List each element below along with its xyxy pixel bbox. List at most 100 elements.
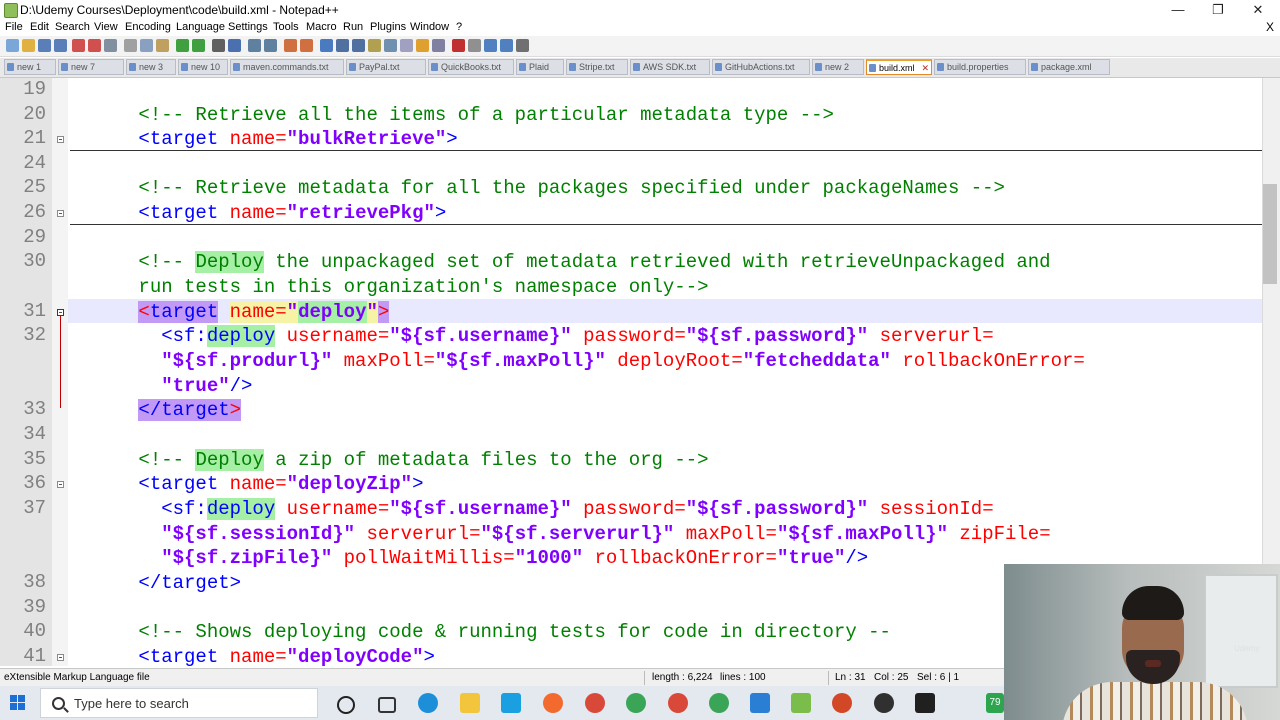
- paste-icon[interactable]: [156, 39, 169, 52]
- menu-settings[interactable]: Settings: [228, 21, 268, 33]
- tab-new-7[interactable]: new 7: [58, 59, 124, 75]
- attr-name: deployRoot=: [605, 350, 743, 372]
- fold-marker-icon[interactable]: [57, 654, 64, 661]
- presenter-shirt: [1062, 682, 1248, 720]
- tab-plaid[interactable]: Plaid: [516, 59, 564, 75]
- undo-icon[interactable]: [176, 39, 189, 52]
- menu-plugins[interactable]: Plugins: [370, 21, 406, 33]
- fold-marker-icon[interactable]: [57, 136, 64, 143]
- indent-guide-icon[interactable]: [352, 39, 365, 52]
- menu-tools[interactable]: Tools: [273, 21, 299, 33]
- save-icon[interactable]: [38, 39, 51, 52]
- l-app-icon[interactable]: [501, 693, 521, 713]
- menu-edit[interactable]: Edit: [30, 21, 49, 33]
- file-explorer-icon[interactable]: [460, 693, 480, 713]
- attr-value: "fetcheddata": [742, 350, 891, 372]
- new-file-icon[interactable]: [6, 39, 19, 52]
- menu-macro[interactable]: Macro: [306, 21, 337, 33]
- title-bar: D:\Udemy Courses\Deployment\code\build.x…: [0, 0, 1280, 20]
- sync-vertical-icon[interactable]: [284, 39, 297, 52]
- replace-icon[interactable]: [228, 39, 241, 52]
- menu-run[interactable]: Run: [343, 21, 363, 33]
- tab-new-3[interactable]: new 3: [126, 59, 176, 75]
- menu-window[interactable]: Window: [410, 21, 449, 33]
- obs-icon[interactable]: [874, 693, 894, 713]
- sync-horizontal-icon[interactable]: [300, 39, 313, 52]
- save-all-icon[interactable]: [54, 39, 67, 52]
- tab-new-2[interactable]: new 2: [812, 59, 864, 75]
- tab-build-xml[interactable]: build.xml ✕: [866, 59, 932, 75]
- fold-marker-icon[interactable]: [57, 481, 64, 488]
- play-macro-icon[interactable]: [484, 39, 497, 52]
- edge-icon[interactable]: [418, 693, 438, 713]
- chrome-icon[interactable]: [626, 693, 646, 713]
- tab-aws-sdk[interactable]: AWS SDK.txt: [630, 59, 710, 75]
- tab-new-10[interactable]: new 10: [178, 59, 228, 75]
- close-file-icon[interactable]: [72, 39, 85, 52]
- tag: </target>: [138, 572, 242, 594]
- cut-icon[interactable]: [124, 39, 137, 52]
- folder-workspace-icon[interactable]: [416, 39, 429, 52]
- search-icon: [52, 697, 65, 710]
- menu-encoding[interactable]: Encoding: [125, 21, 171, 33]
- tab-githubactions[interactable]: GitHubActions.txt: [712, 59, 810, 75]
- tab-close-icon[interactable]: ✕: [921, 61, 929, 74]
- menu-help[interactable]: ?: [456, 21, 462, 33]
- code-line-30: <!-- Deploy the unpackaged set of metada…: [70, 250, 1051, 274]
- monitoring-icon[interactable]: [432, 39, 445, 52]
- function-list-icon[interactable]: [400, 39, 413, 52]
- menu-language[interactable]: Language: [176, 21, 225, 33]
- save-macro-icon[interactable]: [516, 39, 529, 52]
- tab-package-xml[interactable]: package.xml: [1028, 59, 1110, 75]
- close-all-icon[interactable]: [88, 39, 101, 52]
- chrome-icon[interactable]: [585, 693, 605, 713]
- tray-badge[interactable]: 79: [986, 693, 1004, 713]
- chrome-icon[interactable]: [668, 693, 688, 713]
- stop-macro-icon[interactable]: [468, 39, 481, 52]
- attr-name: rollbackOnError=: [583, 547, 777, 569]
- record-macro-icon[interactable]: [452, 39, 465, 52]
- tab-quickbooks[interactable]: QuickBooks.txt: [428, 59, 514, 75]
- tab-maven-commands[interactable]: maven.commands.txt: [230, 59, 344, 75]
- tab-build-properties[interactable]: build.properties: [934, 59, 1026, 75]
- copy-icon[interactable]: [140, 39, 153, 52]
- fold-marker-icon[interactable]: [57, 210, 64, 217]
- maximize-button[interactable]: ❐: [1198, 0, 1238, 20]
- tab-new-1[interactable]: new 1: [4, 59, 56, 75]
- cortana-circle-icon[interactable]: [337, 696, 355, 714]
- paint-icon[interactable]: [543, 693, 563, 713]
- task-view-icon[interactable]: [378, 697, 396, 713]
- attr-name: name=: [229, 646, 287, 666]
- taskbar-search-box[interactable]: Type here to search: [40, 688, 318, 718]
- menu-file[interactable]: File: [5, 21, 23, 33]
- close-button[interactable]: ✕: [1238, 0, 1278, 20]
- line-number: 36: [23, 472, 46, 494]
- print-icon[interactable]: [104, 39, 117, 52]
- notepadpp-icon[interactable]: [791, 693, 811, 713]
- minimize-button[interactable]: —: [1158, 0, 1198, 20]
- open-file-icon[interactable]: [22, 39, 35, 52]
- scrollbar-thumb[interactable]: [1263, 184, 1277, 284]
- terminal-icon[interactable]: [915, 693, 935, 713]
- windows-start-icon[interactable]: [10, 695, 26, 711]
- zoom-in-icon[interactable]: [248, 39, 261, 52]
- find-icon[interactable]: [212, 39, 225, 52]
- menu-search[interactable]: Search: [55, 21, 90, 33]
- fold-marker-icon[interactable]: [57, 309, 64, 316]
- file-icon: [715, 63, 722, 71]
- zoom-out-icon[interactable]: [264, 39, 277, 52]
- chrome-icon[interactable]: [709, 693, 729, 713]
- tab-paypal[interactable]: PayPal.txt: [346, 59, 426, 75]
- redo-icon[interactable]: [192, 39, 205, 52]
- show-all-chars-icon[interactable]: [336, 39, 349, 52]
- tab-stripe[interactable]: Stripe.txt: [566, 59, 628, 75]
- vscode-icon[interactable]: [750, 693, 770, 713]
- word-wrap-icon[interactable]: [320, 39, 333, 52]
- close-document-button[interactable]: X: [1266, 20, 1274, 34]
- run-macro-multiple-icon[interactable]: [500, 39, 513, 52]
- webcam-window-frame: [1204, 574, 1278, 688]
- powerpoint-icon[interactable]: [832, 693, 852, 713]
- menu-view[interactable]: View: [94, 21, 118, 33]
- lang-icon[interactable]: [368, 39, 381, 52]
- doc-map-icon[interactable]: [384, 39, 397, 52]
